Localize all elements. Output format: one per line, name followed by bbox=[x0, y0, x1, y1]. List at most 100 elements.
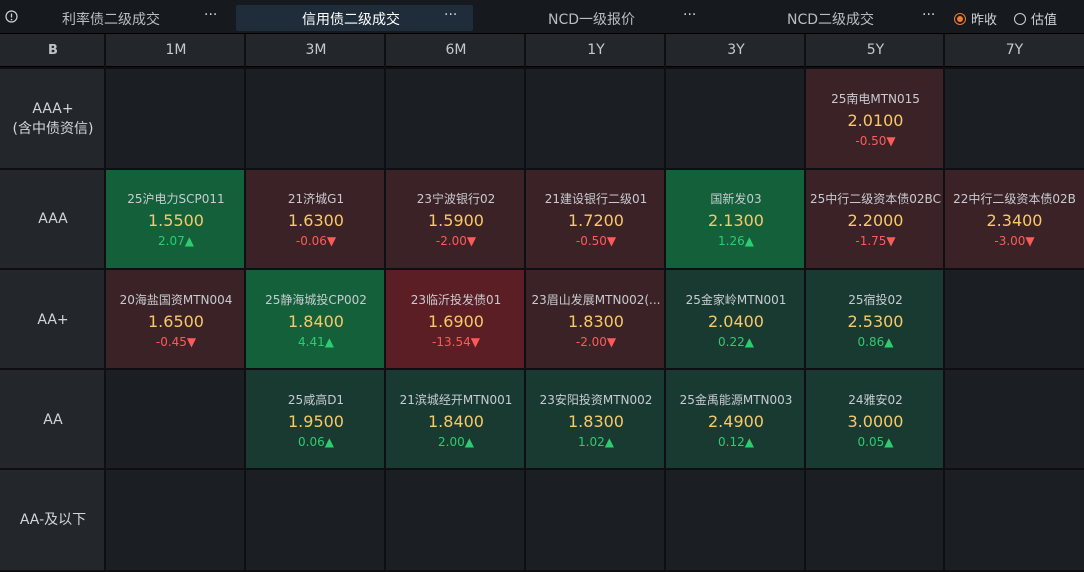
bond-yield: 2.0400 bbox=[708, 312, 764, 331]
credit-bond-grid: B 1M 3M 6M 1Y 3Y 5Y 7Y AAA+ (含中债资信) 25南电MTN015 2.0… bbox=[0, 34, 1084, 572]
bond-change: -0.50▼ bbox=[575, 234, 617, 248]
bond-yield: 1.7200 bbox=[568, 211, 624, 230]
bond-cell[interactable]: 25金家岭MTN001 2.0400 0.22▲ bbox=[666, 270, 806, 370]
empty-cell bbox=[945, 370, 1084, 470]
bond-yield: 1.6300 bbox=[288, 211, 344, 230]
bond-cell[interactable]: 23安阳投资MTN002 1.8300 1.02▲ bbox=[526, 370, 666, 470]
radio-button[interactable] bbox=[954, 12, 966, 25]
bond-cell[interactable]: 20海盐国资MTN004 1.6500 -0.45▼ bbox=[106, 270, 246, 370]
row-label: AAA+ bbox=[32, 101, 74, 117]
bond-name: 23临沂投发债01 bbox=[410, 293, 502, 307]
bond-cell[interactable]: 23临沂投发债01 1.6900 -13.54▼ bbox=[386, 270, 526, 370]
bond-cell[interactable]: 23眉山发展MTN002(... 1.8300 -2.00▼ bbox=[526, 270, 666, 370]
bond-cell[interactable]: 国新发03 2.1300 1.26▲ bbox=[666, 169, 806, 269]
row-label: AA-及以下 bbox=[19, 512, 87, 528]
bond-cell[interactable]: 23宁波银行02 1.5900 -2.00▼ bbox=[386, 169, 526, 269]
bond-change: 4.41▲ bbox=[298, 335, 334, 349]
grid-divider bbox=[0, 468, 1084, 470]
bond-yield: 2.3400 bbox=[986, 211, 1043, 230]
empty-cell bbox=[945, 69, 1084, 169]
bond-cell[interactable]: 21济城G1 1.6300 -0.06▼ bbox=[246, 169, 386, 269]
brand-logo-icon: B bbox=[48, 42, 58, 58]
bond-name: 22中行二级资本债02B bbox=[953, 192, 1076, 206]
column-header: 1M bbox=[106, 34, 246, 67]
grid-divider bbox=[0, 368, 1084, 370]
bond-change: -13.54▼ bbox=[432, 335, 480, 349]
bond-change: -3.00▼ bbox=[994, 234, 1035, 248]
bond-name: 25南电MTN015 bbox=[831, 92, 920, 106]
row-header: AAA+ (含中债资信) bbox=[0, 69, 106, 169]
info-circle-icon[interactable] bbox=[3, 8, 20, 25]
radio-button[interactable] bbox=[1014, 12, 1026, 25]
empty-cell bbox=[945, 270, 1084, 370]
bond-name: 25静海城投CP002 bbox=[265, 293, 367, 307]
bond-name: 23宁波银行02 bbox=[416, 192, 496, 206]
bond-yield: 3.0000 bbox=[847, 412, 904, 431]
grid-divider bbox=[104, 34, 106, 572]
empty-cell bbox=[386, 470, 526, 570]
bond-yield: 1.5900 bbox=[428, 211, 484, 230]
bond-cell[interactable]: 25中行二级资本债02BC 2.2000 -1.75▼ bbox=[806, 169, 945, 269]
empty-cell bbox=[666, 470, 806, 570]
more-icon[interactable]: ··· bbox=[204, 7, 217, 23]
row-header: AAA bbox=[0, 169, 106, 269]
bond-yield: 1.8300 bbox=[568, 312, 624, 331]
bond-change: 2.00▲ bbox=[438, 435, 474, 449]
bond-name: 21建设银行二级01 bbox=[544, 192, 648, 206]
column-header: 7Y bbox=[945, 34, 1084, 67]
empty-cell bbox=[386, 69, 526, 169]
bond-name: 21济城G1 bbox=[287, 192, 345, 206]
column-header: 5Y bbox=[806, 34, 945, 67]
row-header: AA+ bbox=[0, 270, 106, 370]
bond-name: 国新发03 bbox=[710, 192, 762, 206]
bond-change: 1.02▲ bbox=[578, 435, 614, 449]
row-header: AA-及以下 bbox=[0, 470, 106, 570]
more-icon[interactable]: ··· bbox=[922, 7, 935, 23]
empty-cell bbox=[526, 470, 666, 570]
radio-prev-close[interactable]: 昨收 bbox=[954, 9, 997, 28]
tab-credit-bond[interactable]: 信用债二级成交 ··· bbox=[236, 5, 473, 31]
bond-cell[interactable]: 25宿投02 2.5300 0.86▲ bbox=[806, 270, 945, 370]
bond-name: 25金家岭MTN001 bbox=[685, 293, 787, 307]
tab-label: 利率债二级成交 bbox=[62, 12, 160, 28]
tab-ncd-primary[interactable]: NCD一级报价 ··· bbox=[476, 5, 708, 31]
radio-valuation[interactable]: 估值 bbox=[1014, 9, 1057, 28]
bond-change: 0.86▲ bbox=[857, 335, 894, 349]
bond-name: 25咸高D1 bbox=[287, 393, 345, 407]
tab-label: NCD一级报价 bbox=[548, 12, 636, 28]
column-header: 3M bbox=[246, 34, 386, 67]
empty-cell bbox=[106, 69, 246, 169]
bond-yield: 1.8400 bbox=[288, 312, 344, 331]
column-header: 6M bbox=[386, 34, 526, 67]
bond-name: 25宿投02 bbox=[848, 293, 903, 307]
column-header: 3Y bbox=[666, 34, 806, 67]
bond-cell[interactable]: 25金禹能源MTN003 2.4900 0.12▲ bbox=[666, 370, 806, 470]
empty-cell bbox=[246, 470, 386, 570]
more-icon[interactable]: ··· bbox=[683, 7, 696, 23]
grid-divider bbox=[943, 34, 945, 572]
bond-name: 25沪电力SCP011 bbox=[127, 192, 225, 206]
tab-rate-bond[interactable]: 利率债二级成交 ··· bbox=[22, 5, 232, 31]
bond-cell[interactable]: 22中行二级资本债02B 2.3400 -3.00▼ bbox=[945, 169, 1084, 269]
bond-cell[interactable]: 24雅安02 3.0000 0.05▲ bbox=[806, 370, 945, 470]
bond-yield: 2.0100 bbox=[847, 111, 904, 130]
grid-divider bbox=[384, 34, 386, 572]
bond-cell[interactable]: 21建设银行二级01 1.7200 -0.50▼ bbox=[526, 169, 666, 269]
bond-change: -1.75▼ bbox=[855, 234, 896, 248]
grid-divider bbox=[524, 34, 526, 572]
bond-cell[interactable]: 25咸高D1 1.9500 0.06▲ bbox=[246, 370, 386, 470]
bond-cell[interactable]: 25沪电力SCP011 1.5500 2.07▲ bbox=[106, 169, 246, 269]
radio-label: 昨收 bbox=[971, 13, 998, 28]
bond-cell[interactable]: 25静海城投CP002 1.8400 4.41▲ bbox=[246, 270, 386, 370]
bond-yield: 1.9500 bbox=[288, 412, 344, 431]
empty-cell bbox=[945, 470, 1084, 570]
row-header: AA bbox=[0, 370, 106, 470]
bond-change: 0.12▲ bbox=[718, 435, 754, 449]
grid-divider bbox=[804, 34, 806, 572]
corner-cell: B bbox=[0, 34, 106, 67]
bond-name: 23安阳投资MTN002 bbox=[539, 393, 653, 407]
bond-cell[interactable]: 25南电MTN015 2.0100 -0.50▼ bbox=[806, 69, 945, 169]
tab-ncd-secondary[interactable]: NCD二级成交 ··· bbox=[712, 5, 944, 31]
bond-cell[interactable]: 21滨城经开MTN001 1.8400 2.00▲ bbox=[386, 370, 526, 470]
more-icon[interactable]: ··· bbox=[444, 7, 457, 23]
